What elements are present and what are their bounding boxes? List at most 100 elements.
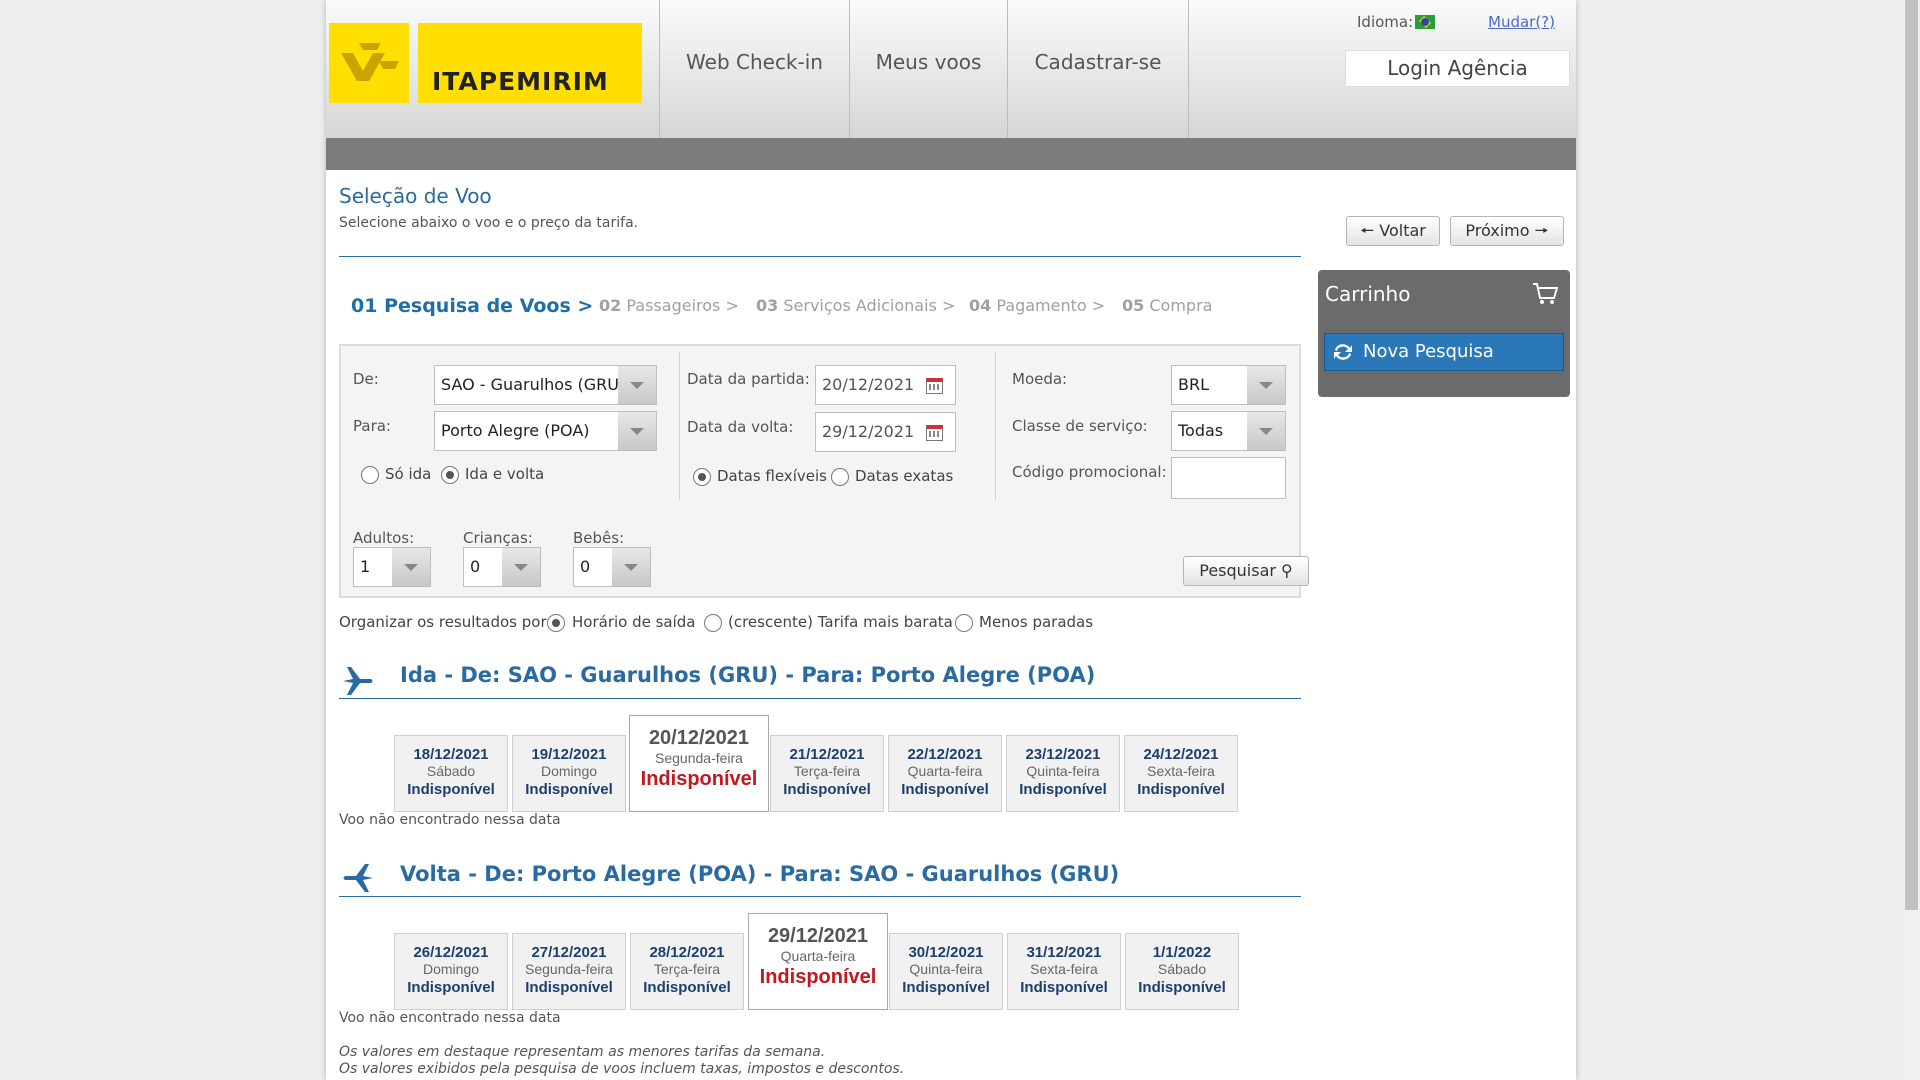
to-select[interactable]: Porto Alegre (POA) <box>434 411 657 451</box>
change-language-link[interactable]: Mudar(?) <box>1488 13 1555 31</box>
date-option-weekday: Terça-feira <box>793 763 861 779</box>
adults-label: Adultos: <box>353 529 415 547</box>
return-date-label: Data da volta: <box>687 418 794 436</box>
date-option-outbound[interactable]: 18/12/2021 Sábado Indisponível <box>394 735 508 812</box>
search-icon: ⚲ <box>1281 561 1293 580</box>
class-label: Classe de serviço: <box>1012 417 1148 435</box>
date-option-date: 21/12/2021 <box>789 746 865 763</box>
one-way-radio[interactable] <box>361 466 379 484</box>
date-option-date: 24/12/2021 <box>1143 746 1219 763</box>
depart-date-value: 20/12/2021 <box>822 375 915 394</box>
step-pagamento: 04 Pagamento > <box>969 296 1106 315</box>
next-button[interactable]: Próximo 🠖 <box>1450 216 1564 246</box>
date-option-status: Indisponível <box>1020 979 1108 996</box>
return-date-value: 29/12/2021 <box>822 422 915 441</box>
from-select[interactable]: SAO - Guarulhos (GRU) <box>434 365 657 405</box>
inbound-divider <box>339 896 1301 897</box>
date-option-outbound[interactable]: 20/12/2021 Segunda-feira Indisponível <box>629 715 769 812</box>
promo-code-label: Código promocional: <box>1012 463 1167 481</box>
outbound-divider <box>339 698 1301 699</box>
flex-dates-radio[interactable] <box>693 468 711 486</box>
chevron-down-icon <box>618 412 656 450</box>
step-compra: 05 Compra <box>1122 296 1213 315</box>
date-option-inbound[interactable]: 27/12/2021 Segunda-feira Indisponível <box>512 933 626 1010</box>
new-search-button[interactable]: Nova Pesquisa <box>1324 333 1564 371</box>
sort-cheapest-radio[interactable] <box>704 614 722 632</box>
date-option-inbound[interactable]: 29/12/2021 Quarta-feira Indisponível <box>748 913 888 1010</box>
itapemirim-logo-wordmark[interactable]: ITAPEMIRIM <box>418 23 642 103</box>
back-button[interactable]: 🠔 Voltar <box>1346 216 1440 246</box>
nav-cadastrar[interactable]: Cadastrar-se <box>1007 0 1189 138</box>
step-passageiros: 02 Passageiros > <box>599 296 739 315</box>
arrow-left-icon: 🠔 <box>1360 221 1375 240</box>
cart-panel: Carrinho Nova Pesquisa <box>1318 270 1570 397</box>
sort-cheapest-label: (crescente) Tarifa mais barata <box>728 613 953 631</box>
currency-select[interactable]: BRL <box>1171 365 1286 405</box>
date-option-date: 20/12/2021 <box>648 727 750 749</box>
class-select-value: Todas <box>1178 421 1224 440</box>
date-option-outbound[interactable]: 23/12/2021 Quinta-feira Indisponível <box>1006 735 1120 812</box>
search-button[interactable]: Pesquisar ⚲ <box>1183 556 1309 586</box>
round-trip-radio[interactable] <box>441 466 459 484</box>
login-agencia-button[interactable]: Login Agência <box>1345 50 1570 87</box>
date-option-status: Indisponível <box>1138 979 1226 996</box>
round-trip-label: Ida e volta <box>465 465 545 483</box>
adults-select[interactable]: 1 <box>353 547 431 587</box>
date-option-weekday: Quinta-feira <box>909 961 983 977</box>
children-select[interactable]: 0 <box>463 547 541 587</box>
chevron-down-icon <box>612 548 650 586</box>
return-date-input[interactable]: 29/12/2021 <box>815 412 956 452</box>
date-option-outbound[interactable]: 21/12/2021 Terça-feira Indisponível <box>770 735 884 812</box>
scrollbar-thumb[interactable] <box>1905 0 1918 910</box>
next-button-label: Próximo <box>1465 221 1530 240</box>
nav-web-checkin[interactable]: Web Check-in <box>659 0 849 138</box>
infants-select-value: 0 <box>580 557 591 576</box>
date-option-date: 18/12/2021 <box>413 746 489 763</box>
infants-select[interactable]: 0 <box>573 547 651 587</box>
date-option-weekday: Segunda-feira <box>525 961 613 977</box>
children-select-value: 0 <box>470 557 481 576</box>
date-option-status: Indisponível <box>643 979 731 996</box>
step-pesquisa: 01 Pesquisa de Voos > <box>351 295 594 317</box>
sort-fewest-stops-radio[interactable] <box>955 614 973 632</box>
date-option-status: Indisponível <box>901 781 989 798</box>
class-select[interactable]: Todas <box>1171 411 1286 451</box>
date-option-inbound[interactable]: 26/12/2021 Domingo Indisponível <box>394 933 508 1010</box>
flight-search-form: De: SAO - Guarulhos (GRU) Para: Porto Al… <box>339 344 1309 598</box>
date-option-date: 31/12/2021 <box>1026 944 1102 961</box>
date-option-weekday: Sexta-feira <box>1030 961 1098 977</box>
calendar-icon[interactable] <box>926 425 943 441</box>
to-label: Para: <box>353 417 391 435</box>
date-option-weekday: Sábado <box>426 763 476 779</box>
date-option-date: 26/12/2021 <box>413 944 489 961</box>
date-option-status: Indisponível <box>783 781 871 798</box>
nav-meus-voos-label: Meus voos <box>875 50 982 74</box>
sort-departure-radio[interactable] <box>547 614 565 632</box>
date-option-inbound[interactable]: 1/1/2022 Sábado Indisponível <box>1125 933 1239 1010</box>
date-option-date: 27/12/2021 <box>531 944 607 961</box>
itapemirim-logo-mark[interactable] <box>329 23 409 103</box>
sort-departure-label: Horário de saída <box>572 613 696 631</box>
date-option-inbound[interactable]: 28/12/2021 Terça-feira Indisponível <box>630 933 744 1010</box>
date-option-status: Indisponível <box>525 781 613 798</box>
chevron-down-icon <box>502 548 540 586</box>
calendar-icon[interactable] <box>926 378 943 394</box>
sort-label: Organizar os resultados por: <box>339 613 552 631</box>
inbound-title: Volta - De: Porto Alegre (POA) - Para: S… <box>400 862 1120 886</box>
date-option-weekday: Sexta-feira <box>1147 763 1215 779</box>
promo-code-input[interactable] <box>1171 457 1286 499</box>
nav-meus-voos[interactable]: Meus voos <box>849 0 1007 138</box>
from-select-value: SAO - Guarulhos (GRU) <box>441 375 626 394</box>
nav-cadastrar-label: Cadastrar-se <box>1034 50 1162 74</box>
date-option-outbound[interactable]: 19/12/2021 Domingo Indisponível <box>512 735 626 812</box>
depart-date-input[interactable]: 20/12/2021 <box>815 365 956 405</box>
title-divider <box>339 256 1301 257</box>
date-option-date: 19/12/2021 <box>531 746 607 763</box>
exact-dates-radio[interactable] <box>831 468 849 486</box>
exact-dates-label: Datas exatas <box>855 467 954 485</box>
date-option-outbound[interactable]: 22/12/2021 Quarta-feira Indisponível <box>888 735 1002 812</box>
date-option-inbound[interactable]: 31/12/2021 Sexta-feira Indisponível <box>1007 933 1121 1010</box>
date-option-outbound[interactable]: 24/12/2021 Sexta-feira Indisponível <box>1124 735 1238 812</box>
one-way-label: Só ida <box>385 465 432 483</box>
date-option-inbound[interactable]: 30/12/2021 Quinta-feira Indisponível <box>889 933 1003 1010</box>
